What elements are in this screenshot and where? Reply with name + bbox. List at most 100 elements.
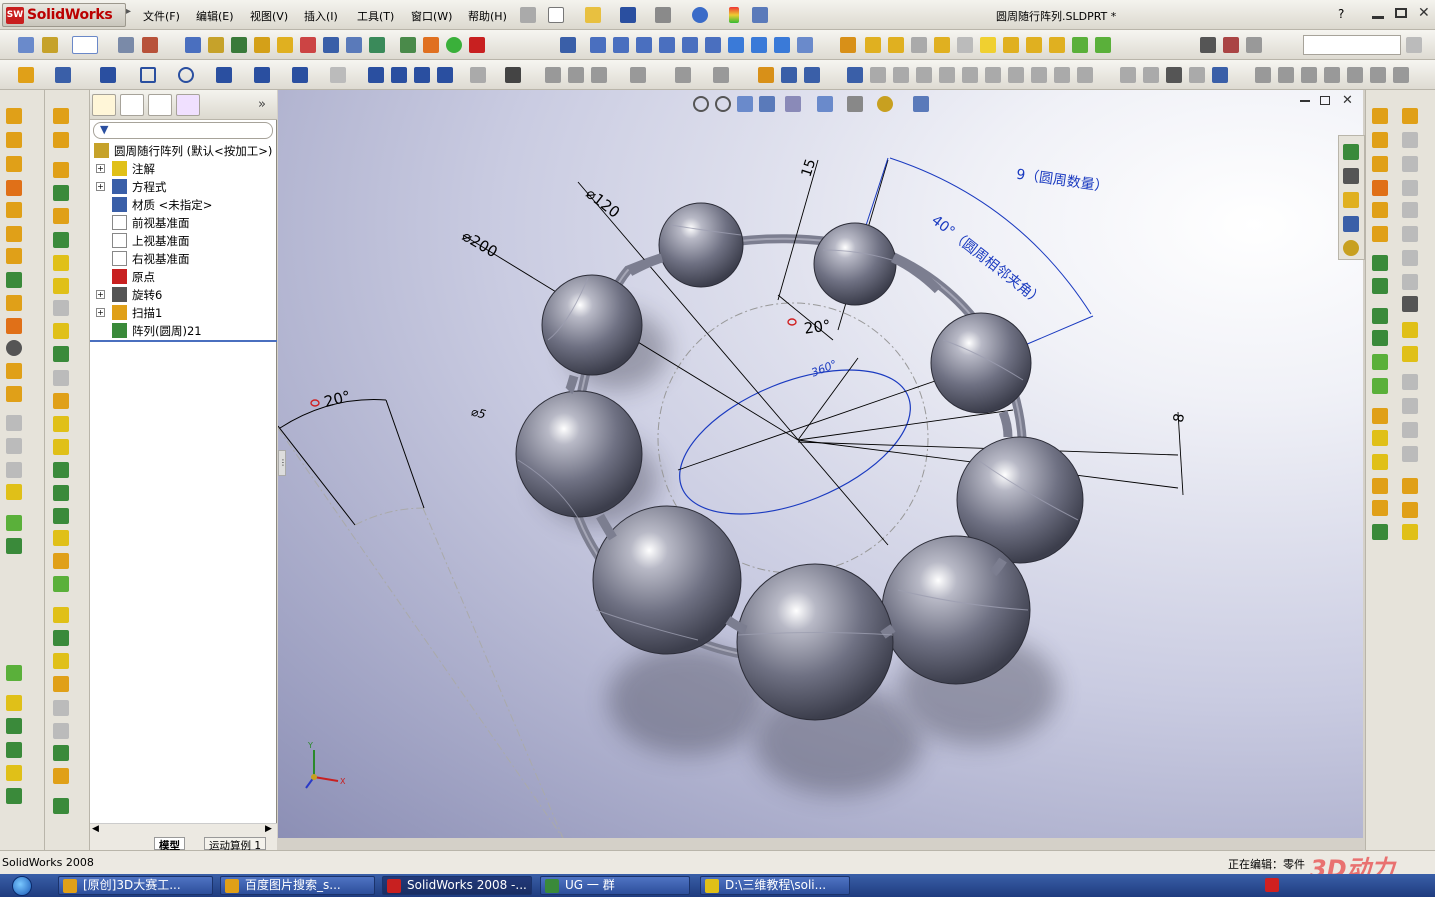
strip1-tool-11-icon[interactable] <box>6 340 22 356</box>
view-top-icon[interactable] <box>682 37 698 53</box>
appearances-icon[interactable] <box>1343 240 1359 256</box>
strip1-tool-22-icon[interactable] <box>6 718 22 734</box>
strip1-tool-24-icon[interactable] <box>6 765 22 781</box>
command-manager-icon[interactable] <box>18 37 34 53</box>
equations-icon[interactable] <box>323 37 339 53</box>
centerline-icon[interactable] <box>414 67 430 83</box>
3d-sketch-icon[interactable] <box>840 37 856 53</box>
curve-tool-7-icon[interactable] <box>1393 67 1409 83</box>
rstrip-b18-icon[interactable] <box>1402 524 1418 540</box>
part-icon[interactable] <box>42 37 58 53</box>
sketch-tool-7-icon[interactable] <box>758 67 774 83</box>
strip2-tool-26-icon[interactable] <box>53 700 69 716</box>
model-canvas[interactable]: Y X <box>278 90 1363 838</box>
solidworks-resources-icon[interactable] <box>1343 144 1359 160</box>
mass-properties-icon[interactable] <box>231 37 247 53</box>
section-view-icon[interactable] <box>759 96 775 112</box>
strip2-tool-24-icon[interactable] <box>53 653 69 669</box>
sketch-tool-6-icon[interactable] <box>713 67 729 83</box>
surface-tool-1-icon[interactable] <box>1120 67 1136 83</box>
tab-model[interactable]: 模型 <box>154 837 185 852</box>
strip1-tool-25-icon[interactable] <box>6 788 22 804</box>
add-relation-icon[interactable] <box>847 67 863 83</box>
scroll-left-icon[interactable]: ◀ <box>92 824 99 834</box>
strip1-tool-16-icon[interactable] <box>6 462 22 478</box>
rstrip-b1-icon[interactable] <box>1402 108 1418 124</box>
rstrip-a18-icon[interactable] <box>1372 524 1388 540</box>
strip1-tool-14-icon[interactable] <box>6 415 22 431</box>
rstrip-a2-icon[interactable] <box>1372 132 1388 148</box>
menu-tools[interactable]: 工具(T) <box>357 8 394 24</box>
menu-view[interactable]: 视图(V) <box>250 8 288 24</box>
zoom-to-fit-icon[interactable] <box>693 96 709 112</box>
view-trimetric-icon[interactable] <box>751 37 767 53</box>
relation-vertical-icon[interactable] <box>893 67 909 83</box>
brick-icon[interactable] <box>142 37 158 53</box>
strip2-tool-4-icon[interactable] <box>53 185 69 201</box>
view-left-icon[interactable] <box>636 37 652 53</box>
deviation-icon[interactable] <box>400 37 416 53</box>
ball-3[interactable] <box>541 274 643 376</box>
strip1-tool-3-icon[interactable] <box>6 156 22 172</box>
tab-feature-manager[interactable] <box>92 94 116 116</box>
rstrip-b15-icon[interactable] <box>1402 446 1418 462</box>
filter-input[interactable]: ▼ <box>93 122 273 139</box>
ball-5[interactable] <box>515 390 643 518</box>
print-icon[interactable] <box>655 7 671 23</box>
view-right-icon[interactable] <box>659 37 675 53</box>
options-icon[interactable] <box>752 7 768 23</box>
menu-edit[interactable]: 编辑(E) <box>196 8 234 24</box>
tab-dimxpert-manager[interactable] <box>176 94 200 116</box>
menu-file[interactable]: 文件(F) <box>143 8 180 24</box>
taskbar-item[interactable]: [原创]3D大赛工... <box>58 876 213 895</box>
measure-icon[interactable] <box>208 37 224 53</box>
reference-geometry-icon[interactable] <box>1095 37 1111 53</box>
rstrip-b17-icon[interactable] <box>1402 502 1418 518</box>
display-style-icon[interactable] <box>817 96 833 112</box>
strip1-tool-21-icon[interactable] <box>6 695 22 711</box>
spell-check-icon[interactable] <box>185 37 201 53</box>
strip2-tool-28-icon[interactable] <box>53 745 69 761</box>
fillet-sketch-icon[interactable] <box>330 67 346 83</box>
relation-perpendicular-icon[interactable] <box>985 67 1001 83</box>
close-icon[interactable]: ✕ <box>1418 5 1430 21</box>
solidworks-logo[interactable]: SW SolidWorks <box>2 3 126 27</box>
tray-ime-icon[interactable] <box>1265 878 1279 892</box>
undo-icon[interactable] <box>692 7 708 23</box>
strip2-tool-1-icon[interactable] <box>53 108 69 124</box>
rstrip-a9-icon[interactable] <box>1372 308 1388 324</box>
appearance-icon[interactable] <box>877 96 893 112</box>
check-icon[interactable] <box>277 37 293 53</box>
view-dimetric-icon[interactable] <box>774 37 790 53</box>
taskbar-item[interactable]: UG 一 群 <box>540 876 690 895</box>
design-library-icon[interactable] <box>1343 168 1359 184</box>
rstrip-b2-icon[interactable] <box>1402 132 1418 148</box>
rstrip-a4-icon[interactable] <box>1372 180 1388 196</box>
strip2-tool-8-icon[interactable] <box>53 278 69 294</box>
strip2-tool-17-icon[interactable] <box>53 485 69 501</box>
strip2-tool-15-icon[interactable] <box>53 439 69 455</box>
strip2-tool-25-icon[interactable] <box>53 676 69 692</box>
curve-tool-6-icon[interactable] <box>1370 67 1386 83</box>
section-properties-icon[interactable] <box>254 37 270 53</box>
curve-tool-4-icon[interactable] <box>1324 67 1340 83</box>
camera-icon[interactable] <box>1200 37 1216 53</box>
strip2-tool-16-icon[interactable] <box>53 462 69 478</box>
expand-plus-icon[interactable]: + <box>96 290 105 299</box>
point-icon[interactable] <box>391 67 407 83</box>
zoom-area-icon[interactable] <box>715 96 731 112</box>
taskbar-item[interactable]: D:\三维教程\soli... <box>700 876 850 895</box>
tab-configuration-manager[interactable] <box>148 94 172 116</box>
dim-inner-angle-label[interactable]: 20° <box>803 316 832 338</box>
sketch-tool-3-icon[interactable] <box>591 67 607 83</box>
rstrip-a7-icon[interactable] <box>1372 255 1388 271</box>
tree-horizontal-scrollbar[interactable]: ◀ ▶ <box>90 823 277 837</box>
sketch-icon[interactable] <box>18 67 34 83</box>
dropdown-extra-icon[interactable] <box>1406 37 1422 53</box>
ball-4[interactable] <box>930 312 1032 414</box>
ok-check-icon[interactable] <box>446 37 462 53</box>
feature-icon-9[interactable] <box>1049 37 1065 53</box>
strip2-tool-9-icon[interactable] <box>53 300 69 316</box>
feature-icon-7[interactable] <box>1003 37 1019 53</box>
view-palette-icon[interactable] <box>1343 216 1359 232</box>
